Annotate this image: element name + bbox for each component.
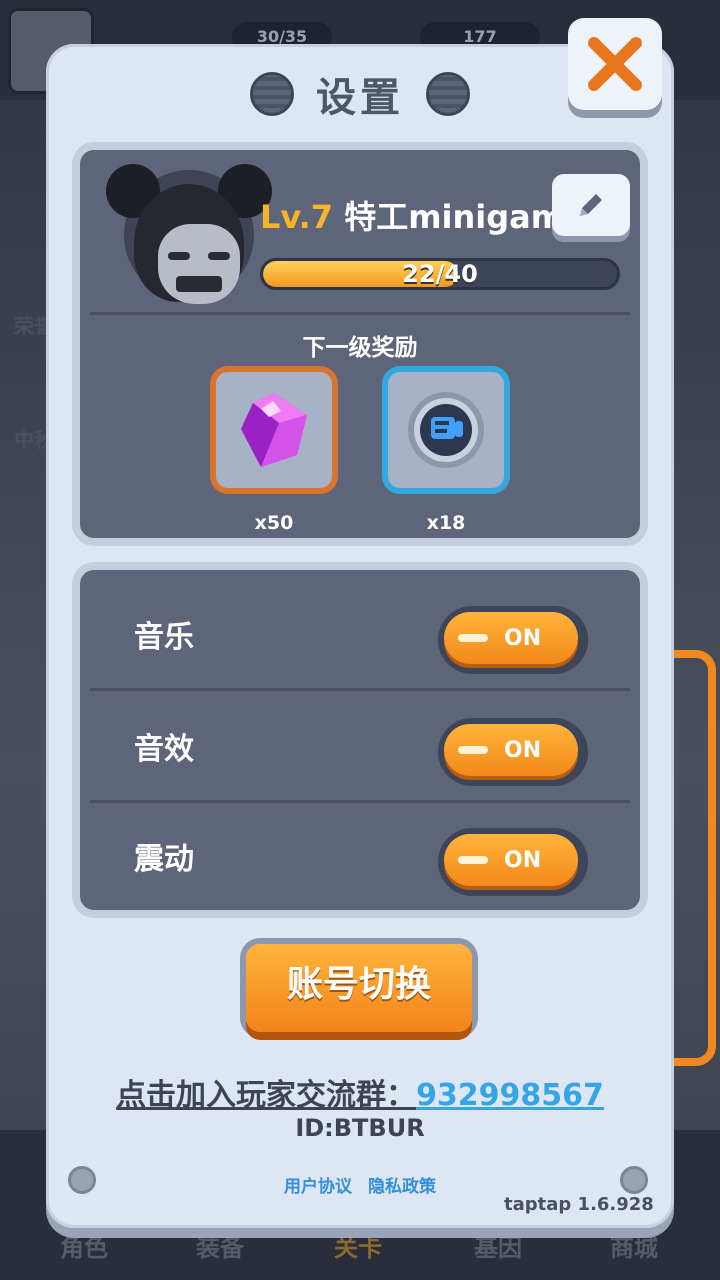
toggle-knob: [458, 856, 488, 864]
close-x-icon: [588, 37, 642, 91]
title-ornament: [426, 72, 470, 116]
pencil-icon: [580, 194, 602, 216]
toggle-knob: [458, 634, 488, 642]
bottom-tab-active: 关卡: [334, 1234, 382, 1262]
profile-divider: [90, 312, 630, 315]
avatar-skull-face: [158, 224, 240, 304]
setting-row-music: 音乐 ON: [80, 578, 640, 688]
purple-gem-icon: [241, 393, 307, 467]
setting-label: 音乐: [134, 620, 194, 655]
close-button[interactable]: [568, 18, 662, 110]
bottom-tab: 装备: [196, 1234, 244, 1262]
avatar-hood: [134, 184, 244, 304]
screw-decoration: [68, 1166, 96, 1194]
reward-gem[interactable]: x50: [210, 366, 340, 534]
setting-row-vibration: 震动 ON: [80, 800, 640, 910]
dialog-title: 设置: [316, 75, 404, 121]
user-agreement-link[interactable]: 用户协议: [284, 1177, 352, 1197]
setting-row-sound: 音效 ON: [80, 690, 640, 800]
player-id: ID:BTBUR: [295, 1114, 425, 1142]
bottom-tab: 基因: [474, 1234, 522, 1262]
player-avatar[interactable]: [106, 164, 272, 304]
toggle-knob: [458, 746, 488, 754]
group-number[interactable]: 932998567: [416, 1078, 604, 1113]
fist-token-icon: [408, 392, 484, 468]
profile-card: Lv.7 特工minigam 22/40 下一级奖励 x50 x18: [72, 142, 648, 546]
player-level: Lv.7: [260, 198, 334, 236]
toggle-track: ON: [444, 834, 578, 886]
footer-links: 用户协议 隐私政策: [284, 1172, 452, 1197]
settings-toggles-card: 音乐 ON 音效 ON 震动 ON: [72, 562, 648, 918]
edit-name-button[interactable]: [552, 174, 630, 236]
xp-progress-text: 22/40: [402, 260, 478, 288]
vibration-toggle[interactable]: ON: [438, 828, 588, 896]
account-switch-button[interactable]: 账号切换: [246, 944, 472, 1032]
player-name: 特工minigam: [344, 198, 565, 236]
sound-toggle[interactable]: ON: [438, 718, 588, 786]
title-ornament: [250, 72, 294, 116]
reward-card: [210, 366, 338, 494]
reward-quantity: x18: [426, 512, 466, 534]
privacy-policy-link[interactable]: 隐私政策: [368, 1177, 436, 1197]
version-label: taptap 1.6.928: [504, 1194, 654, 1215]
background-handle: [670, 650, 716, 1066]
toggle-state: ON: [504, 848, 542, 873]
setting-label: 震动: [134, 842, 194, 877]
reward-card: [382, 366, 510, 494]
toggle-state: ON: [504, 626, 542, 651]
bottom-tab: 商城: [610, 1234, 658, 1262]
toggle-track: ON: [444, 724, 578, 776]
next-level-reward-title: 下一级奖励: [302, 335, 418, 361]
toggle-state: ON: [504, 738, 542, 763]
avatar-mouth: [176, 276, 222, 292]
player-name-row: Lv.7 特工minigam: [260, 192, 564, 238]
toggle-track: ON: [444, 612, 578, 664]
screw-decoration: [620, 1166, 648, 1194]
music-toggle[interactable]: ON: [438, 606, 588, 674]
avatar-eye: [168, 252, 190, 260]
reward-token[interactable]: x18: [382, 366, 512, 534]
xp-progress-bar: 22/40: [260, 258, 620, 290]
reward-quantity: x50: [254, 512, 294, 534]
setting-label: 音效: [134, 732, 194, 767]
avatar-eye: [208, 252, 230, 260]
bottom-tab: 角色: [60, 1234, 108, 1262]
join-group-label: 点击加入玩家交流群：: [116, 1078, 417, 1113]
join-group-link[interactable]: 点击加入玩家交流群：932998567: [46, 1070, 674, 1114]
